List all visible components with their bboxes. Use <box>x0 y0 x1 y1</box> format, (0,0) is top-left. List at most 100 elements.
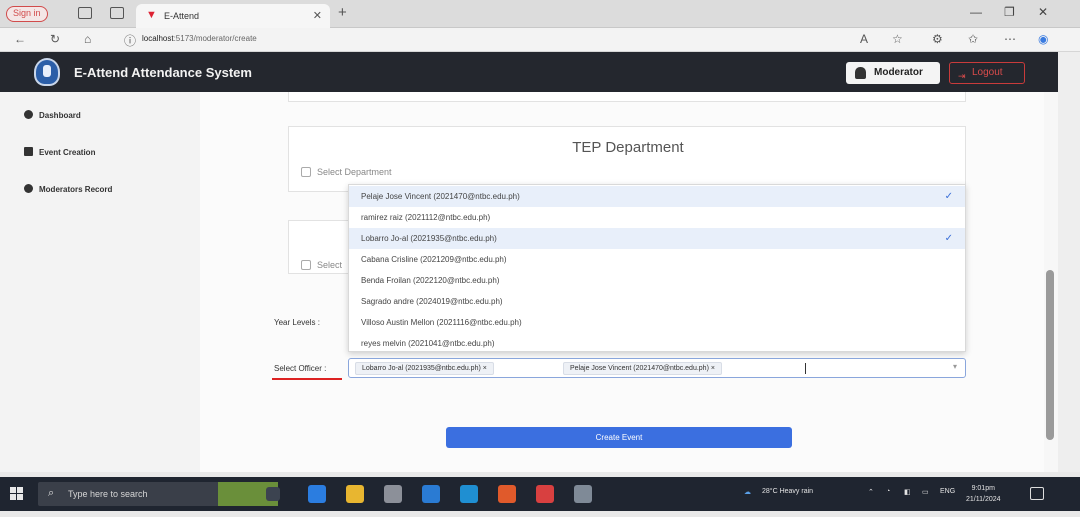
sidebar-item-label: Dashboard <box>39 111 81 120</box>
minimize-icon[interactable]: — <box>970 5 982 19</box>
read-aloud-icon[interactable]: A <box>860 32 868 46</box>
weather-text[interactable]: 28°C Heavy rain <box>762 488 813 495</box>
tab-title: E-Attend <box>164 11 200 21</box>
app-title: E-Attend Attendance System <box>74 65 252 80</box>
extensions-icon[interactable]: ⚙ <box>932 32 943 46</box>
chip-remove-icon[interactable]: × <box>483 365 487 372</box>
refresh-icon[interactable]: ↻ <box>50 32 60 46</box>
app-icon-gray[interactable] <box>574 485 592 503</box>
dropdown-option[interactable]: reyes melvin (2021041@ntbc.edu.ph) <box>349 333 965 354</box>
select-department-checkbox-2[interactable] <box>301 260 311 270</box>
browser-address-row: ← ↻ ⌂ ⓘ localhost:5173/moderator/create … <box>0 28 1080 52</box>
home-icon[interactable]: ⌂ <box>84 32 91 46</box>
windows-start-icon[interactable] <box>10 487 24 501</box>
create-event-button[interactable]: Create Event <box>446 427 792 448</box>
logout-label: Logout <box>972 67 1003 78</box>
search-icon: ⌕ <box>48 487 55 499</box>
sidebar-item-label: Event Creation <box>39 148 96 157</box>
favorites-bar-icon[interactable]: ✩ <box>968 32 978 46</box>
dropdown-option[interactable]: ramirez raiz (2021112@ntbc.edu.ph) <box>349 207 965 228</box>
new-tab-icon[interactable]: + <box>338 4 347 21</box>
sidebar-item-dashboard[interactable]: Dashboard <box>24 110 81 120</box>
dropdown-option[interactable]: Cabana Crisline (2021209@ntbc.edu.ph) <box>349 249 965 270</box>
sidebar-item-moderators-record[interactable]: Moderators Record <box>24 184 112 194</box>
windows-taskbar: ⌕ Type here to search ☁ 28°C Heavy rain … <box>0 477 1080 511</box>
select-officer-label: Select Officer : <box>274 364 327 373</box>
select-department-checkbox[interactable] <box>301 167 311 177</box>
sidebar: Dashboard Event Creation Moderators Reco… <box>0 92 200 472</box>
moderator-profile-button[interactable]: Moderator <box>846 62 940 84</box>
weather-icon[interactable]: ☁ <box>744 488 751 496</box>
url-path: :5173/moderator/create <box>173 34 257 43</box>
window-close-icon[interactable]: ✕ <box>1038 5 1048 19</box>
maximize-icon[interactable]: ❐ <box>1004 5 1015 19</box>
battery-icon[interactable]: ▭ <box>922 488 929 496</box>
sidebar-item-event-creation[interactable]: Event Creation <box>24 147 95 157</box>
selected-officer-chip[interactable]: Lobarro Jo-al (2021935@ntbc.edu.ph) × <box>355 362 494 375</box>
file-explorer-icon[interactable] <box>346 485 364 503</box>
task-view-icon[interactable] <box>266 487 280 501</box>
clock-date: 21/11/2024 <box>966 496 1001 503</box>
browser-tab-strip: Sign in ▼ E-Attend ✕ + — ❐ ✕ <box>0 0 1080 28</box>
search-placeholder: Type here to search <box>68 489 148 499</box>
tray-chevron-icon[interactable]: ⌃ <box>868 488 874 496</box>
vscode-icon[interactable] <box>422 485 440 503</box>
copilot-icon[interactable]: ◉ <box>1038 32 1048 46</box>
browser-signin-button[interactable]: Sign in <box>6 6 48 22</box>
speaker-icon[interactable]: ◧ <box>904 488 911 496</box>
taskbar-search-box[interactable]: ⌕ Type here to search <box>38 482 278 506</box>
app-header: E-Attend Attendance System Moderator ⇥ L… <box>0 52 1058 92</box>
url-host: localhost <box>142 34 174 43</box>
collections-icon[interactable] <box>78 7 92 19</box>
form-card-top <box>288 92 966 102</box>
logout-button[interactable]: ⇥ Logout <box>949 62 1025 84</box>
officer-dropdown-menu: Pelaje Jose Vincent (2021470@ntbc.edu.ph… <box>348 184 966 352</box>
role-label: Moderator <box>874 67 923 78</box>
dropdown-option[interactable]: Villoso Austin Mellon (2021116@ntbc.edu.… <box>349 312 965 333</box>
dropdown-option[interactable]: Pelaje Jose Vincent (2021470@ntbc.edu.ph… <box>349 186 965 207</box>
window-edge <box>1058 52 1080 472</box>
brave-browser-icon[interactable] <box>498 485 516 503</box>
app-icon[interactable] <box>384 485 402 503</box>
user-icon <box>855 67 866 79</box>
select-department-label-2: Select <box>317 260 343 270</box>
site-info-icon[interactable]: ⓘ <box>124 32 136 49</box>
page-content: Dashboard Event Creation Moderators Reco… <box>0 92 1058 472</box>
notification-center-icon[interactable] <box>1030 487 1044 500</box>
check-icon: ✓ <box>944 233 953 244</box>
dropdown-option[interactable]: Lobarro Jo-al (2021935@ntbc.edu.ph) ✓ <box>349 228 965 249</box>
event-icon <box>24 147 33 156</box>
selected-officer-chip[interactable]: Pelaje Jose Vincent (2021470@ntbc.edu.ph… <box>563 362 722 375</box>
network-icon[interactable]: ◔ <box>886 488 890 495</box>
dropdown-option[interactable]: Sagrado andre (2024019@ntbc.edu.ph) <box>349 291 965 312</box>
logout-icon: ⇥ <box>958 71 966 81</box>
chip-remove-icon[interactable]: × <box>711 365 715 372</box>
clock[interactable]: 9:01pm 21/11/2024 <box>966 483 1001 505</box>
select-department-label: Select Department <box>317 167 392 177</box>
department-card: TEP Department Select Department <box>288 126 966 192</box>
clock-time: 9:01pm <box>971 485 995 492</box>
signin-label: Sign in <box>13 8 41 18</box>
app-icon-red[interactable] <box>536 485 554 503</box>
annotation-underline <box>272 378 342 380</box>
officer-multiselect-input[interactable]: Lobarro Jo-al (2021935@ntbc.edu.ph) × Pe… <box>348 358 966 378</box>
tab-actions-icon[interactable] <box>110 7 124 19</box>
photos-app-icon[interactable] <box>460 485 478 503</box>
language-indicator[interactable]: ENG <box>940 488 955 495</box>
edge-app-icon[interactable] <box>308 485 326 503</box>
more-menu-icon[interactable]: ⋯ <box>1004 32 1016 46</box>
browser-tab-active[interactable]: ▼ E-Attend ✕ <box>136 4 330 28</box>
tab-close-icon[interactable]: ✕ <box>313 9 322 22</box>
department-title: TEP Department <box>572 139 684 156</box>
address-bar[interactable]: localhost:5173/moderator/create <box>142 34 257 43</box>
users-icon <box>24 184 33 193</box>
screen: Sign in ▼ E-Attend ✕ + — ❐ ✕ ← ↻ ⌂ ⓘ loc… <box>0 0 1080 517</box>
favorite-star-icon[interactable]: ☆ <box>892 32 903 46</box>
scrollbar-thumb[interactable] <box>1046 270 1054 440</box>
sidebar-item-label: Moderators Record <box>39 185 113 194</box>
site-favicon-icon: ▼ <box>146 9 157 21</box>
back-icon[interactable]: ← <box>14 32 26 46</box>
dropdown-option[interactable]: Benda Froilan (2022120@ntbc.edu.ph) <box>349 270 965 291</box>
chevron-down-icon[interactable]: ▾ <box>953 362 957 371</box>
year-levels-label: Year Levels : <box>274 318 320 327</box>
